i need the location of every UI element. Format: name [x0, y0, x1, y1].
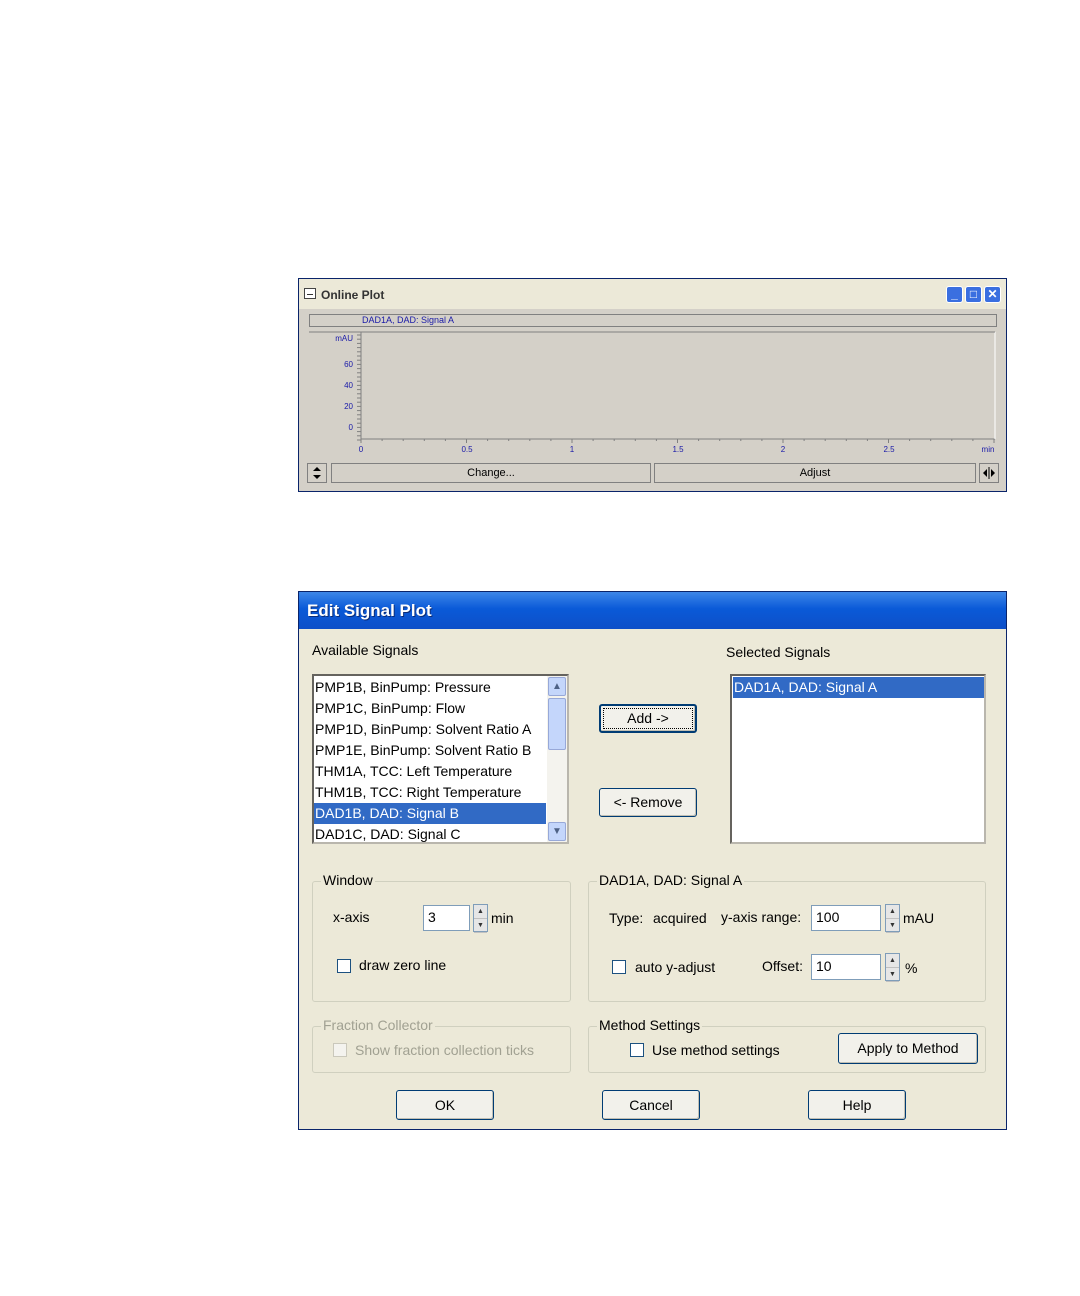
x-axis-label: x-axis	[333, 909, 370, 925]
scroll-up-icon[interactable]: ▲	[548, 677, 566, 696]
change-button[interactable]: Change...	[331, 463, 651, 483]
method-group-title: Method Settings	[597, 1017, 703, 1033]
list-item[interactable]: PMP1D, BinPump: Solvent Ratio A	[314, 719, 546, 740]
x-unit-label: min	[982, 445, 995, 454]
edit-signal-plot-dialog: Edit Signal Plot Available Signals Selec…	[298, 591, 1007, 1130]
x-axis-unit: min	[491, 910, 514, 926]
y-tick-label: 0	[349, 423, 354, 432]
vertical-scroll-spinner[interactable]	[307, 463, 327, 483]
remove-button-label: <- Remove	[613, 794, 683, 810]
apply-to-method-label: Apply to Method	[857, 1040, 959, 1056]
ok-button[interactable]: OK	[396, 1090, 494, 1120]
minimize-icon[interactable]: _	[946, 286, 963, 303]
y-axis-range-input[interactable]: 100	[811, 905, 881, 931]
list-item-selected[interactable]: DAD1A, DAD: Signal A	[733, 677, 984, 698]
selected-signals-list[interactable]: DAD1A, DAD: Signal A	[730, 674, 986, 844]
up-down-arrows-icon	[313, 467, 321, 479]
use-method-settings-checkbox[interactable]	[630, 1043, 644, 1057]
remove-button[interactable]: <- Remove	[599, 788, 697, 817]
draw-zero-line-label: draw zero line	[359, 957, 447, 973]
close-icon[interactable]: ✕	[984, 286, 1001, 303]
adjust-button[interactable]: Adjust	[654, 463, 976, 483]
add-button[interactable]: Add ->	[599, 704, 697, 733]
y-axis-range-spinner[interactable]: ▲ ▼	[885, 904, 900, 933]
y-unit-label: mAU	[335, 334, 353, 343]
fraction-ticks-checkbox	[333, 1043, 347, 1057]
signal-title-bar: DAD1A, DAD: Signal A	[309, 314, 997, 327]
signal-settings-group: DAD1A, DAD: Signal A Type: acquired y-ax…	[588, 872, 986, 1002]
x-tick-label: 1	[570, 445, 575, 454]
x-axis-spinner[interactable]: ▲ ▼	[473, 904, 488, 933]
spin-up-icon[interactable]: ▲	[886, 905, 899, 919]
dialog-title: Edit Signal Plot	[307, 601, 432, 620]
x-tick-label: 1.5	[672, 445, 684, 454]
cancel-button[interactable]: Cancel	[602, 1090, 700, 1120]
signal-group-title: DAD1A, DAD: Signal A	[597, 872, 745, 888]
add-button-label: Add ->	[627, 710, 669, 726]
list-item[interactable]: THM1A, TCC: Left Temperature	[314, 761, 546, 782]
offset-spinner[interactable]: ▲ ▼	[885, 953, 900, 982]
selected-signals-label: Selected Signals	[726, 644, 831, 660]
plot-area: mAU 60 40 20 0 0 0.5 1 1.5 2 2.5 min	[309, 331, 996, 454]
y-axis-range-unit: mAU	[903, 910, 935, 926]
list-item[interactable]: DAD1C, DAD: Signal C	[314, 824, 546, 842]
online-plot-titlebar[interactable]: Online Plot _ □ ✕	[299, 279, 1006, 309]
list-scrollbar[interactable]: ▲ ▼	[547, 676, 567, 842]
y-tick-label: 60	[344, 360, 353, 369]
cancel-button-label: Cancel	[629, 1097, 673, 1113]
spin-down-icon[interactable]: ▼	[886, 919, 899, 933]
spin-up-icon[interactable]: ▲	[474, 905, 487, 919]
dialog-titlebar[interactable]: Edit Signal Plot	[299, 592, 1006, 629]
spin-down-icon[interactable]: ▼	[474, 919, 487, 933]
horizontal-scroll-spinner[interactable]	[979, 463, 999, 483]
x-tick-label: 0.5	[461, 445, 473, 454]
type-label: Type:	[609, 910, 644, 926]
list-item-selected[interactable]: DAD1B, DAD: Signal B	[314, 803, 546, 824]
apply-to-method-button[interactable]: Apply to Method	[838, 1033, 978, 1064]
help-button-label: Help	[842, 1097, 872, 1113]
method-settings-group: Method Settings Use method settings Appl…	[588, 1017, 986, 1073]
online-plot-window: Online Plot _ □ ✕ DAD1A, DAD: Signal A m…	[298, 278, 1007, 492]
draw-zero-line-checkbox[interactable]	[337, 959, 351, 973]
window-group: Window x-axis 3 ▲ ▼ min draw zero line	[312, 872, 571, 1002]
ok-button-label: OK	[434, 1097, 456, 1113]
x-tick-label: 2.5	[883, 445, 895, 454]
fraction-ticks-label: Show fraction collection ticks	[355, 1042, 534, 1058]
fraction-collector-group: Fraction Collector Show fraction collect…	[312, 1017, 571, 1073]
auto-y-adjust-label: auto y-adjust	[635, 959, 716, 975]
fraction-group-title: Fraction Collector	[321, 1017, 435, 1033]
scroll-thumb[interactable]	[548, 698, 566, 750]
online-plot-title: Online Plot	[321, 288, 385, 302]
y-tick-label: 20	[344, 402, 353, 411]
signal-label: DAD1A, DAD: Signal A	[362, 315, 455, 325]
y-tick-label: 40	[344, 381, 353, 390]
x-tick-label: 0	[359, 445, 364, 454]
help-button[interactable]: Help	[808, 1090, 906, 1120]
maximize-icon[interactable]: □	[965, 286, 982, 303]
offset-unit: %	[905, 960, 918, 976]
offset-input[interactable]: 10	[811, 954, 881, 980]
list-item[interactable]: PMP1E, BinPump: Solvent Ratio B	[314, 740, 546, 761]
spin-up-icon[interactable]: ▲	[886, 954, 899, 968]
auto-y-adjust-checkbox[interactable]	[612, 960, 626, 974]
list-item[interactable]: PMP1B, BinPump: Pressure	[314, 677, 546, 698]
available-signals-label: Available Signals	[312, 642, 419, 658]
offset-label: Offset:	[762, 958, 803, 974]
spin-down-icon[interactable]: ▼	[886, 968, 899, 982]
window-group-title: Window	[321, 872, 375, 888]
list-item[interactable]: PMP1C, BinPump: Flow	[314, 698, 546, 719]
x-axis-input[interactable]: 3	[423, 905, 470, 931]
x-tick-label: 2	[781, 445, 786, 454]
left-right-arrows-icon	[983, 467, 995, 479]
available-signals-list[interactable]: PMP1B, BinPump: Pressure PMP1C, BinPump:…	[312, 674, 569, 844]
scroll-down-icon[interactable]: ▼	[548, 822, 566, 841]
type-value: acquired	[653, 910, 707, 926]
y-axis-range-label: y-axis range:	[721, 909, 802, 925]
list-item[interactable]: THM1B, TCC: Right Temperature	[314, 782, 546, 803]
window-app-icon	[304, 288, 316, 299]
use-method-settings-label: Use method settings	[652, 1042, 780, 1058]
